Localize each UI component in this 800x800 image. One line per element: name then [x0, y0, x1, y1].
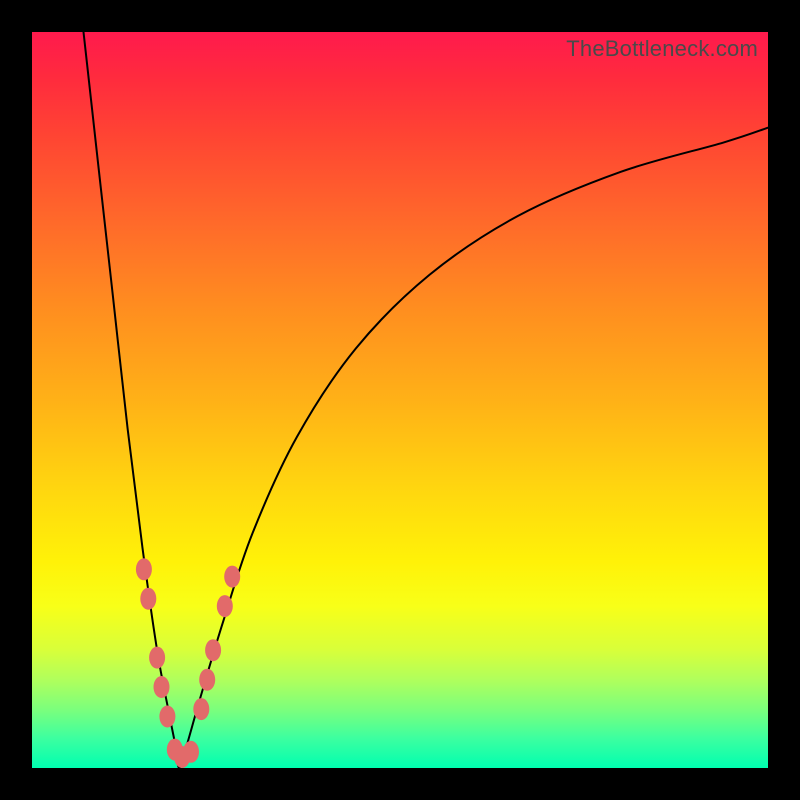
highlight-dot [183, 741, 199, 763]
highlight-dot [224, 566, 240, 588]
bottleneck-curve [84, 32, 769, 768]
plot-area: TheBottleneck.com [32, 32, 768, 768]
highlight-dots [136, 558, 240, 768]
highlight-dot [136, 558, 152, 580]
highlight-dot [149, 647, 165, 669]
highlight-dot [199, 669, 215, 691]
curve-layer [32, 32, 768, 768]
highlight-dot [159, 706, 175, 728]
highlight-dot [154, 676, 170, 698]
highlight-dot [205, 639, 221, 661]
chart-frame: TheBottleneck.com [0, 0, 800, 800]
highlight-dot [193, 698, 209, 720]
highlight-dot [217, 595, 233, 617]
highlight-dot [140, 588, 156, 610]
